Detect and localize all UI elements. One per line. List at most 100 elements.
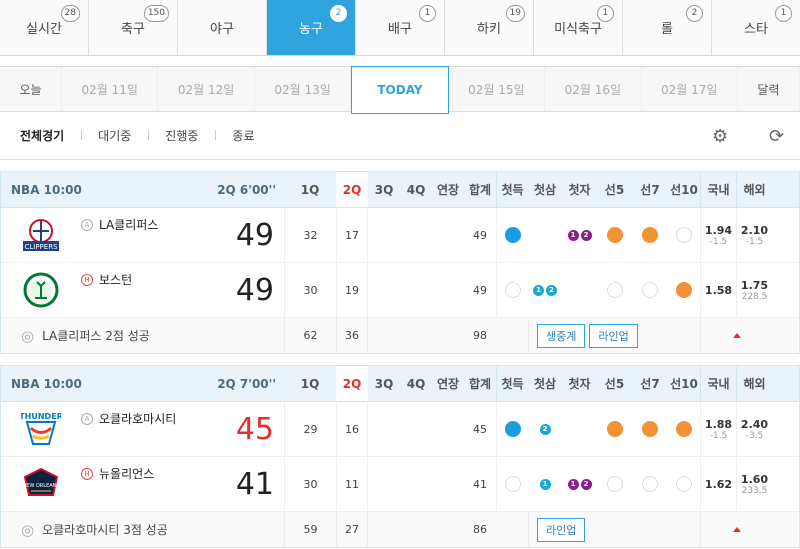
svg-text:NEW ORLEANS: NEW ORLEANS	[22, 483, 59, 489]
q2-score: 19	[336, 263, 368, 317]
col-race5: 선5	[604, 377, 625, 391]
first-three-marker: 12	[533, 284, 557, 296]
tab-star[interactable]: 스타 1	[712, 0, 800, 55]
team-name[interactable]: 뉴올리언스	[99, 465, 154, 482]
away-marker: A	[81, 218, 93, 231]
game-card: NBA 10:00 2Q 7'00'' 1Q 2Q 3Q 4Q 연장 합계 첫득 …	[0, 365, 800, 548]
event-text: LA클리퍼스 2점 성공	[42, 329, 150, 343]
team-name[interactable]: 오클라호마시티	[99, 410, 176, 427]
collapse-arrow-icon[interactable]	[732, 527, 741, 532]
col-ot: 연장	[436, 377, 460, 391]
tab-volleyball[interactable]: 배구 1	[356, 0, 445, 55]
date-today-link[interactable]: 오늘	[0, 67, 62, 111]
filter-live[interactable]: 진행중	[148, 127, 215, 144]
domestic-odds[interactable]: 1.94 -1.5	[700, 208, 736, 262]
total-sum: 98	[473, 329, 487, 342]
domestic-odds[interactable]: 1.62	[700, 457, 736, 511]
first-ft-marker: 12	[567, 478, 592, 490]
date-item[interactable]: 02월 16일	[545, 67, 642, 111]
table-row: THUNDER A 오클라호마시티 45 29 16 45 2 1.88 -1.5 …	[1, 402, 799, 457]
q1-score: 30	[284, 457, 336, 511]
celtics-logo	[21, 270, 61, 310]
race5-marker	[606, 282, 623, 298]
q1-score: 29	[284, 402, 336, 456]
date-item[interactable]: 02월 17일	[642, 67, 738, 111]
tab-live[interactable]: 실시간 28	[0, 0, 89, 55]
overseas-odds[interactable]: 1.75 228.5	[736, 263, 772, 317]
overseas-odds[interactable]: 2.10 -1.5	[736, 208, 772, 262]
col-q2: 2Q	[336, 172, 368, 207]
count-badge: 1	[597, 5, 614, 22]
first-score-marker	[504, 227, 521, 243]
q1-score: 30	[284, 263, 336, 317]
col-q3: 3Q	[374, 182, 394, 197]
q1-sum: 62	[284, 318, 336, 353]
collapse-arrow-icon[interactable]	[732, 333, 741, 338]
team-name[interactable]: 보스턴	[99, 271, 132, 288]
col-first-score: 첫득	[496, 366, 528, 401]
race7-marker	[642, 421, 658, 437]
tab-lol[interactable]: 롤2	[623, 0, 712, 55]
tab-soccer[interactable]: 축구 150	[89, 0, 178, 55]
calendar-button[interactable]: 달력	[738, 67, 800, 111]
race7-marker	[642, 476, 658, 492]
q2-sum: 36	[336, 318, 368, 353]
col-race10: 선10	[670, 183, 698, 197]
col-race7: 선7	[640, 183, 660, 197]
lineup-button[interactable]: 라인업	[537, 517, 586, 542]
total-score: 45	[473, 422, 487, 436]
date-bar: 오늘 02월 11일 02월 12일 02월 13일 TODAY 02월 15일…	[0, 66, 800, 114]
q1-score: 32	[284, 208, 336, 262]
game-footer: ◎ LA클리퍼스 2점 성공 62 36 98 생중계 라인업	[1, 318, 799, 353]
col-q1: 1Q	[300, 182, 320, 197]
date-item[interactable]: 02월 11일	[62, 67, 159, 111]
count-badge: 1	[775, 5, 792, 22]
race10-marker	[676, 476, 692, 492]
team-score: 45	[235, 411, 274, 447]
domestic-odds[interactable]: 1.88 -1.5	[700, 402, 736, 456]
game-header: NBA 10:00 2Q 6'00'' 1Q 2Q 3Q 4Q 연장 합계 첫득 …	[1, 172, 799, 208]
domestic-odds[interactable]: 1.58	[700, 263, 736, 317]
date-item[interactable]: 02월 15일	[449, 67, 546, 111]
gear-icon[interactable]: ⚙	[712, 126, 728, 147]
q2-sum: 27	[336, 512, 368, 547]
filter-waiting[interactable]: 대기중	[81, 127, 148, 144]
home-marker: H	[81, 467, 93, 480]
tab-baseball[interactable]: 야구	[178, 0, 267, 55]
col-first-three: 첫삼	[533, 377, 557, 391]
date-item[interactable]: 02월 12일	[158, 67, 255, 111]
tab-hockey[interactable]: 하키 19	[445, 0, 534, 55]
refresh-icon[interactable]: ⟳	[769, 126, 784, 147]
race10-marker	[676, 282, 692, 298]
race10-marker	[676, 421, 692, 437]
col-first-score: 첫득	[496, 172, 528, 207]
tab-football[interactable]: 미식축구 1	[534, 0, 623, 55]
count-badge: 1	[419, 5, 436, 22]
tab-basketball[interactable]: 농구 2	[267, 0, 356, 55]
table-row: NEW ORLEANS H 뉴올리언스 41 30 11 41 1 12 1.62…	[1, 457, 799, 512]
col-race7: 선7	[640, 377, 660, 391]
col-first-ft: 첫자	[568, 183, 591, 197]
q2-score: 16	[336, 402, 368, 456]
date-today[interactable]: TODAY	[351, 66, 449, 114]
team-score: 49	[235, 217, 274, 253]
league-time: NBA 10:00	[11, 376, 82, 391]
team-name[interactable]: LA클리퍼스	[99, 216, 158, 233]
col-domestic: 국내	[700, 366, 736, 401]
lineup-button[interactable]: 라인업	[589, 323, 638, 348]
date-item[interactable]: 02월 13일	[255, 67, 352, 111]
filter-all[interactable]: 전체경기	[0, 127, 81, 144]
first-score-marker	[504, 421, 521, 437]
league-time: NBA 10:00	[11, 182, 82, 197]
count-badge: 28	[60, 5, 80, 22]
total-sum: 86	[473, 523, 487, 536]
col-q2: 2Q	[336, 366, 368, 401]
overseas-odds[interactable]: 2.40 -3.5	[736, 402, 772, 456]
filter-ended[interactable]: 종료	[215, 127, 271, 144]
live-stream-button[interactable]: 생중계	[537, 323, 586, 348]
away-marker: A	[81, 412, 93, 425]
overseas-odds[interactable]: 1.60 233.5	[736, 457, 772, 511]
col-domestic: 국내	[700, 172, 736, 207]
game-clock: 2Q 6'00''	[217, 182, 276, 197]
team-score: 41	[235, 466, 274, 502]
